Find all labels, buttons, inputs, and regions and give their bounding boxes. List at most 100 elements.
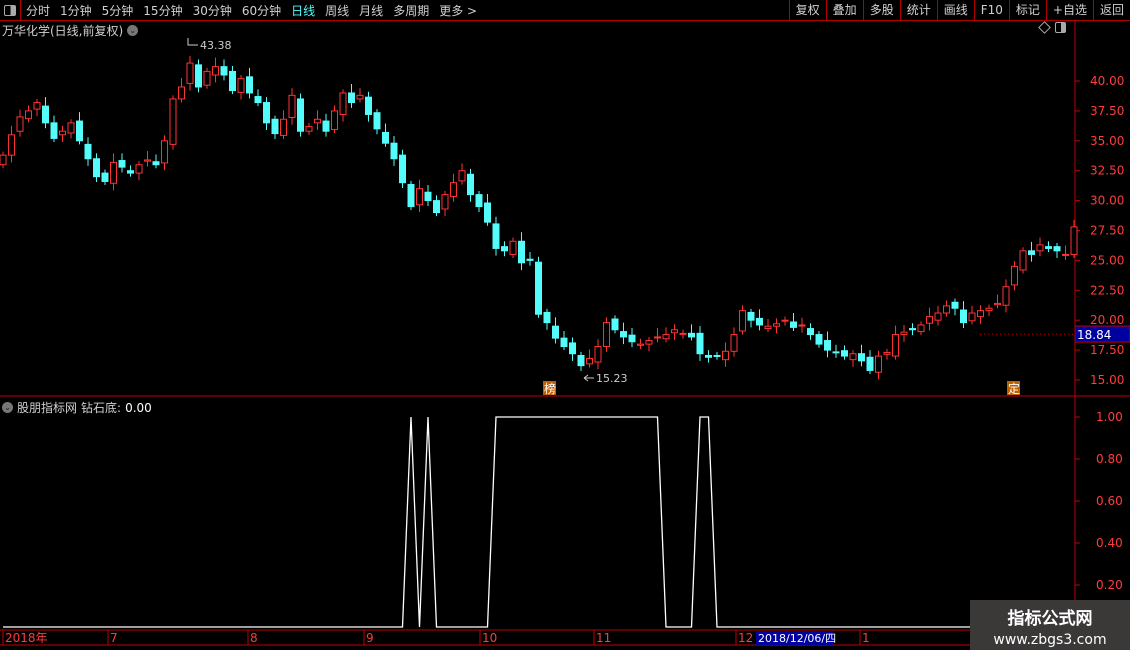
- y-tick-label: 40.00: [1090, 74, 1124, 88]
- candle: [926, 316, 933, 324]
- candle: [628, 334, 636, 343]
- low-price-label: 15.23: [596, 372, 628, 385]
- candle: [679, 332, 687, 335]
- candle: [603, 322, 610, 348]
- candle: [739, 310, 746, 332]
- y-tick-label: 25.00: [1090, 253, 1124, 267]
- candle: [297, 98, 304, 132]
- candle: [509, 240, 517, 255]
- candle: [849, 353, 857, 361]
- candle: [543, 311, 551, 324]
- candle: [671, 329, 678, 334]
- candle: [730, 334, 738, 352]
- candle: [16, 116, 24, 132]
- current-price-label: 18.84: [1077, 328, 1111, 342]
- y-tick-label: 32.50: [1090, 164, 1124, 178]
- candle: [909, 328, 916, 331]
- watermark-url: www.zbgs3.com: [993, 632, 1107, 648]
- candle: [977, 310, 984, 318]
- candle: [203, 70, 211, 86]
- y-tick-label: 30.00: [1090, 194, 1124, 208]
- candle: [475, 194, 483, 208]
- candle: [934, 312, 942, 321]
- candle: [263, 102, 270, 124]
- candle: [824, 340, 831, 351]
- date-label: 9: [366, 631, 374, 645]
- candle: [399, 154, 406, 184]
- date-label: 11: [596, 631, 611, 645]
- candle: [892, 334, 899, 357]
- candle: [756, 317, 763, 326]
- candle: [994, 302, 1001, 306]
- y-tick-label: 35.00: [1090, 134, 1124, 148]
- candle: [467, 173, 474, 196]
- candle: [356, 94, 364, 100]
- candle: [1002, 286, 1010, 306]
- candle: [25, 110, 32, 120]
- candle: [416, 188, 423, 206]
- candle: [305, 125, 313, 132]
- candle: [1019, 250, 1027, 271]
- candle: [161, 140, 168, 164]
- candle: [917, 324, 925, 333]
- candle: [76, 120, 83, 142]
- candle: [169, 98, 177, 145]
- y-tick-label: 22.50: [1090, 283, 1124, 297]
- candle: [280, 118, 287, 136]
- candle: [807, 328, 814, 336]
- candle: [331, 110, 338, 130]
- y-tick-label: 15.00: [1090, 373, 1124, 387]
- date-label: 8: [250, 631, 258, 645]
- candle: [518, 240, 525, 264]
- candle: [705, 354, 712, 358]
- candle: [42, 105, 49, 124]
- y-tick-label: 27.50: [1090, 224, 1124, 238]
- candle: [441, 194, 449, 210]
- candle: [0, 154, 7, 166]
- stock-chart[interactable]: 40.00 37.50 35.00 32.50 30.00 27.50 25.00 22.50…: [0, 0, 1130, 650]
- candle: [858, 353, 865, 362]
- candle: [144, 159, 151, 162]
- y-tick-label: 37.50: [1090, 104, 1124, 118]
- indicator-y-tick-label: 1.00: [1096, 410, 1123, 424]
- candle: [237, 78, 245, 93]
- candle: [526, 258, 534, 261]
- candle: [696, 332, 704, 355]
- candle: [790, 321, 797, 328]
- candle: [59, 130, 66, 136]
- candle: [93, 158, 100, 178]
- candle: [713, 354, 721, 357]
- candle: [271, 118, 279, 135]
- high-arrow-icon: [187, 38, 198, 46]
- candle: [841, 350, 848, 357]
- candle: [637, 343, 644, 346]
- candle: [84, 143, 92, 160]
- candle: [654, 336, 661, 339]
- candle: [1011, 265, 1018, 286]
- candle: [492, 223, 500, 249]
- candle: [1028, 250, 1035, 255]
- candle: [866, 356, 874, 371]
- candle: [365, 96, 372, 115]
- candle: [246, 76, 253, 94]
- candle: [1070, 226, 1078, 255]
- event-marker-label: 定: [1008, 381, 1020, 396]
- candle: [127, 170, 134, 174]
- indicator-line: [3, 416, 1074, 628]
- candle: [178, 86, 185, 100]
- candle: [50, 122, 58, 139]
- candle: [900, 331, 908, 336]
- candle: [8, 134, 15, 156]
- candle: [407, 183, 415, 208]
- candle: [764, 325, 772, 330]
- candle: [254, 96, 262, 104]
- candle: [951, 301, 959, 309]
- candle: [229, 70, 236, 92]
- candle: [135, 164, 143, 174]
- y-tick-label: 20.00: [1090, 313, 1124, 327]
- candle: [594, 346, 602, 363]
- indicator-y-tick-label: 0.80: [1096, 452, 1123, 466]
- candle: [382, 131, 389, 144]
- candle: [815, 334, 823, 345]
- date-label: 1: [862, 631, 870, 645]
